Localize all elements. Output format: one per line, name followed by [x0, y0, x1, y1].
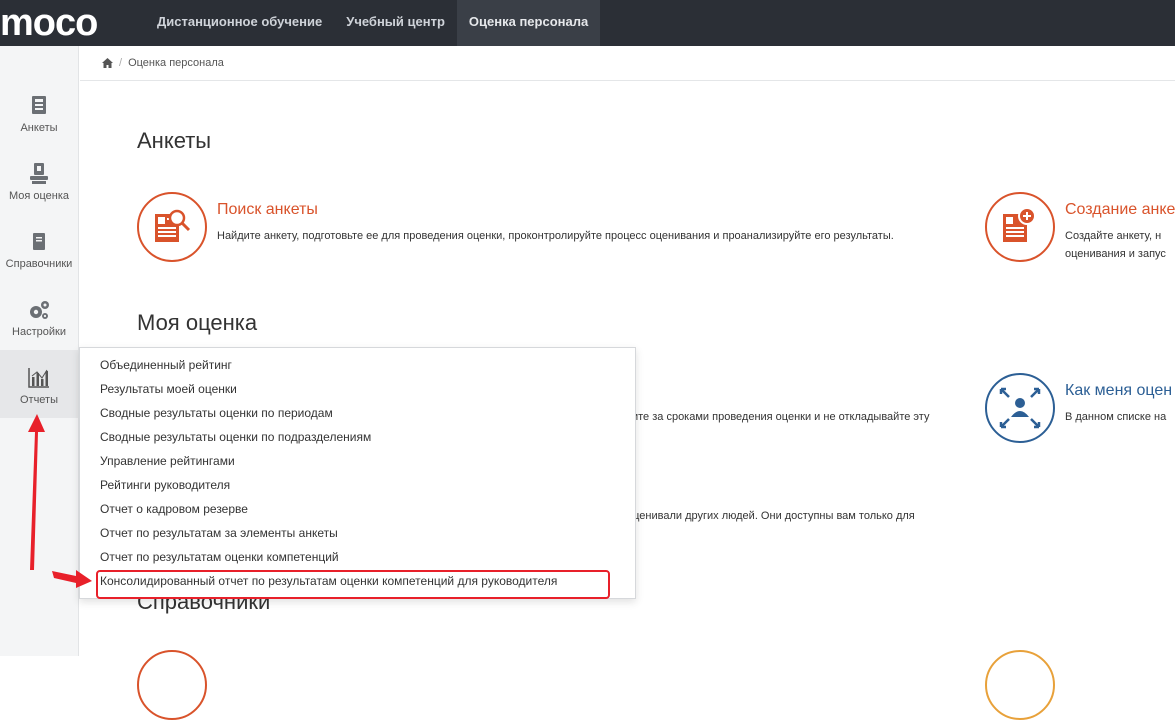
- menu-item-combined-rating[interactable]: Объединенный рейтинг: [100, 358, 232, 372]
- gears-icon: [30, 301, 49, 319]
- menu-item-rating-management[interactable]: Управление рейтингами: [100, 454, 235, 468]
- my-assessment-partial-text-2: оценивали других людей. Они доступны вам…: [627, 510, 915, 522]
- sidebar-label: Отчеты: [19, 394, 59, 406]
- section-title-my-assessment: Моя оценка: [137, 310, 258, 335]
- sidebar-item-reference[interactable]: Справочники: [0, 230, 78, 296]
- menu-item-summary-by-period[interactable]: Сводные результаты оценки по периодам: [100, 406, 333, 420]
- menu-item-summary-by-department[interactable]: Сводные результаты оценки по подразделен…: [100, 430, 371, 444]
- menu-item-manager-ratings[interactable]: Рейтинги руководителя: [100, 478, 230, 492]
- menu-item-competency-report[interactable]: Отчет по результатам оценки компетенций: [100, 550, 339, 564]
- sidebar: Анкеты Моя оценка Справочники Настройки: [0, 46, 79, 656]
- sidebar-label: Моя оценка: [8, 190, 70, 202]
- reference-card-circle-left[interactable]: [137, 650, 207, 720]
- how-am-i-assessed-desc: В данном списке на: [1065, 411, 1167, 423]
- top-navbar: moco Дистанционное обучение Учебный цент…: [0, 0, 1175, 46]
- search-questionnaire-desc: Найдите анкету, подготовьте ее для прове…: [217, 230, 894, 242]
- topnav-personnel-assessment[interactable]: Оценка персонала: [456, 0, 601, 46]
- search-questionnaire-icon-circle[interactable]: [137, 192, 207, 262]
- search-questionnaire-icon: [155, 209, 191, 242]
- breadcrumb-separator: /: [119, 57, 123, 69]
- create-questionnaire-icon-circle[interactable]: [985, 192, 1055, 262]
- create-questionnaire-icon: [1003, 207, 1036, 242]
- svg-text:moco: moco: [0, 4, 97, 42]
- create-questionnaire-desc-line1: Создайте анкету, н: [1065, 230, 1162, 242]
- questionnaire-icon: [32, 96, 46, 114]
- topnav-training-center[interactable]: Учебный центр: [334, 0, 457, 46]
- reference-card-circle-right[interactable]: [985, 650, 1055, 720]
- create-questionnaire-link[interactable]: Создание анке: [1065, 201, 1175, 219]
- sidebar-item-questionnaires[interactable]: Анкеты: [0, 94, 78, 160]
- topnav-distance-learning[interactable]: Дистанционное обучение: [145, 0, 334, 46]
- sidebar-item-my-assessment[interactable]: Моя оценка: [0, 162, 78, 228]
- reference-book-icon: [33, 233, 45, 250]
- sidebar-label: Анкеты: [20, 122, 58, 134]
- my-assessment-partial-text-1: ите за сроками проведения оценки и не от…: [632, 411, 930, 423]
- create-questionnaire-desc-line2: оценивания и запус: [1065, 248, 1166, 260]
- how-am-i-assessed-link[interactable]: Как меня оцен: [1065, 382, 1172, 400]
- search-questionnaire-link[interactable]: Поиск анкеты: [217, 201, 318, 219]
- menu-item-questionnaire-elements-report[interactable]: Отчет по результатам за элементы анкеты: [100, 526, 338, 540]
- top-nav: Дистанционное обучение Учебный центр Оце…: [145, 0, 601, 46]
- breadcrumb-current: Оценка персонала: [128, 57, 224, 69]
- how-am-i-assessed-icon-circle[interactable]: [985, 373, 1055, 443]
- moco-logo[interactable]: moco: [0, 4, 132, 42]
- annotation-highlight-box: [96, 570, 610, 599]
- home-icon[interactable]: [102, 58, 113, 68]
- menu-item-talent-pool-report[interactable]: Отчет о кадровом резерве: [100, 502, 248, 516]
- section-title-questionnaires: Анкеты: [137, 128, 212, 153]
- reports-dropdown-menu: Объединенный рейтинг Результаты моей оце…: [79, 347, 636, 599]
- sidebar-label: Настройки: [12, 326, 66, 338]
- sidebar-item-reports[interactable]: Отчеты: [0, 350, 78, 418]
- people-arrows-icon: [999, 387, 1041, 429]
- bar-chart-icon: [28, 368, 49, 388]
- sidebar-label: Справочники: [5, 258, 73, 270]
- breadcrumb: / Оценка персонала: [80, 46, 1175, 81]
- my-assessment-icon: [30, 163, 48, 184]
- menu-item-my-results[interactable]: Результаты моей оценки: [100, 382, 237, 396]
